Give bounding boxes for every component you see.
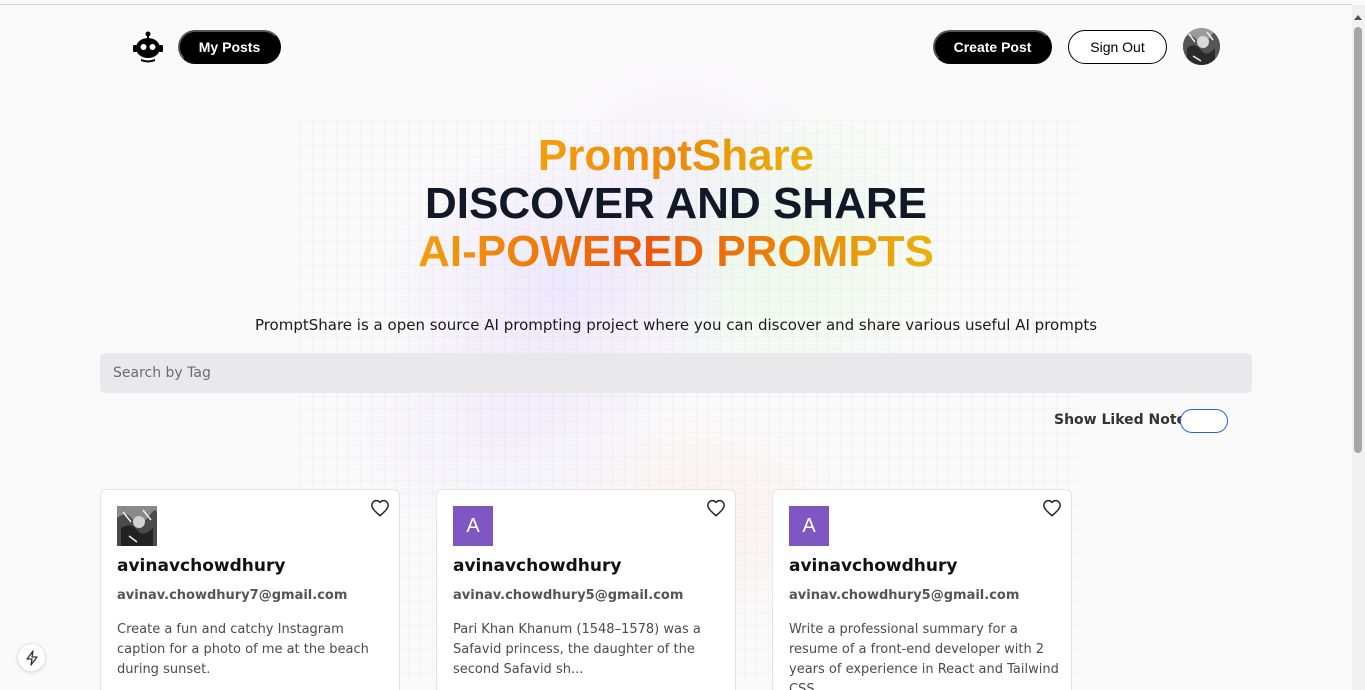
brand-title: PromptShare: [0, 128, 1352, 184]
lightning-icon[interactable]: [17, 643, 46, 672]
hero-heading-line-2: AI-POWERED PROMPTS: [0, 226, 1352, 278]
card-email: avinav.chowdhury7@gmail.com: [117, 588, 348, 603]
card-avatar-letter[interactable]: A: [453, 506, 493, 546]
show-liked-label: Show Liked Notes: [1054, 412, 1195, 428]
top-border: [0, 4, 1352, 5]
prompt-card: A avinavchowdhury avinav.chowdhury5@gmai…: [436, 489, 736, 690]
card-username[interactable]: avinavchowdhury: [789, 556, 957, 576]
scrollbar-thumb[interactable]: [1354, 27, 1362, 453]
hero-heading-line-1: DISCOVER AND SHARE: [425, 179, 927, 228]
like-heart-icon[interactable]: [706, 499, 726, 517]
card-prompt-text: Create a fun and catchy Instagram captio…: [117, 622, 369, 677]
prompt-card: avinavchowdhury avinav.chowdhury7@gmail.…: [100, 489, 400, 690]
brand-text: PromptShare: [537, 131, 815, 180]
scroll-up-arrow-icon[interactable]: [1354, 15, 1362, 20]
toggle-knob: [1184, 413, 1200, 429]
prompt-card: A avinavchowdhury avinav.chowdhury5@gmai…: [772, 489, 1072, 690]
hero-highlight-text: AI-POWERED PROMPTS: [418, 227, 934, 276]
show-liked-toggle[interactable]: [1180, 409, 1228, 433]
robot-icon[interactable]: [131, 31, 165, 63]
create-post-button[interactable]: Create Post: [933, 30, 1052, 64]
my-posts-button[interactable]: My Posts: [178, 30, 281, 64]
card-prompt-text: Write a professional summary for a resum…: [789, 622, 1059, 690]
card-prompt-text: Pari Khan Khanum (1548–1578) was a Safav…: [453, 622, 701, 677]
card-avatar-image[interactable]: [117, 506, 157, 546]
card-email: avinav.chowdhury5@gmail.com: [789, 588, 1020, 603]
like-heart-icon[interactable]: [370, 499, 390, 517]
card-email: avinav.chowdhury5@gmail.com: [453, 588, 684, 603]
hero-subtitle: PromptShare is a open source AI promptin…: [254, 316, 1098, 334]
user-avatar[interactable]: [1183, 28, 1220, 65]
card-avatar-letter[interactable]: A: [789, 506, 829, 546]
search-input[interactable]: [100, 353, 1252, 393]
card-username[interactable]: avinavchowdhury: [117, 556, 285, 576]
page-scrollbar[interactable]: [1352, 5, 1365, 690]
like-heart-icon[interactable]: [1042, 499, 1062, 517]
card-username[interactable]: avinavchowdhury: [453, 556, 621, 576]
sign-out-button[interactable]: Sign Out: [1068, 30, 1167, 64]
